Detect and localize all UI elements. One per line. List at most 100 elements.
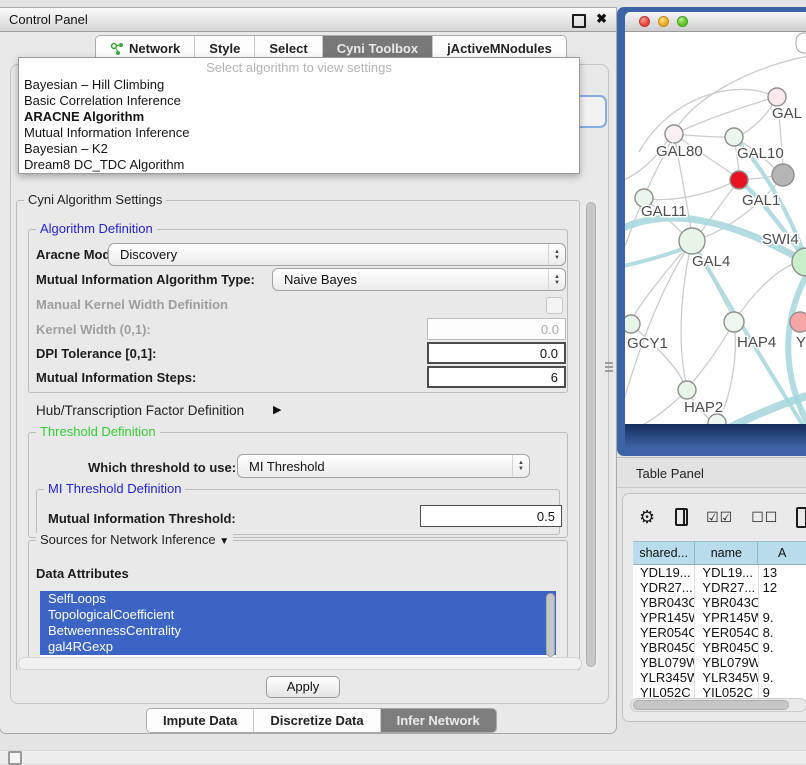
table-cell[interactable]: 9. — [759, 610, 806, 625]
algorithm-option[interactable]: ARACNE Algorithm — [19, 109, 579, 125]
deselect-all-icon[interactable]: ☐☐ — [751, 509, 778, 526]
collapse-right-icon[interactable]: ▶ — [273, 403, 281, 416]
network-canvas[interactable]: GALGAL80GAL10GAL1GAL11GAL4SWI4GCY1HAP4YH… — [625, 32, 806, 424]
algorithm-option[interactable]: Bayesian – Hill Climbing — [19, 77, 579, 93]
table-horizontal-scrollbar[interactable] — [630, 698, 806, 712]
node-y-partial[interactable] — [790, 312, 806, 332]
table-toolbar: ⚙ ☑☑ ☐☐ — [631, 500, 806, 534]
columns-icon[interactable] — [675, 508, 688, 526]
tab-discretize-data[interactable]: Discretize Data — [254, 709, 380, 732]
tab-label: Cyni Toolbox — [337, 41, 418, 56]
mi-steps-input[interactable] — [427, 366, 566, 388]
gear-icon[interactable]: ⚙ — [639, 507, 655, 528]
network-edge[interactable] — [734, 264, 793, 322]
node-HAP2[interactable] — [678, 381, 696, 399]
network-edge[interactable] — [629, 390, 687, 424]
table-cell[interactable]: YBL079W — [695, 655, 758, 670]
attribute-list-scrollbar[interactable] — [546, 593, 555, 657]
table-cell[interactable]: YDR27... — [633, 580, 695, 595]
table-cell[interactable]: YBL079W — [633, 655, 695, 670]
tab-impute-data[interactable]: Impute Data — [147, 709, 254, 732]
table-cell[interactable]: YDL19... — [633, 565, 695, 580]
table-cell[interactable]: 12 — [759, 580, 806, 595]
table-cell[interactable]: YPR145W — [695, 610, 758, 625]
attribute-item[interactable]: TopologicalCoefficient — [40, 607, 556, 623]
scrollbar-thumb[interactable] — [633, 700, 789, 710]
import-table-icon[interactable] — [796, 507, 806, 528]
tab-infer-network[interactable]: Infer Network — [381, 709, 496, 732]
algorithm-option[interactable]: Dream8 DC_TDC Algorithm — [19, 157, 579, 173]
table-cell[interactable]: YER054C — [695, 625, 758, 640]
sources-group-title[interactable]: Sources for Network Inference ▼ — [36, 533, 233, 549]
mi-threshold-input[interactable] — [420, 505, 562, 527]
node-gray-node[interactable] — [772, 164, 794, 186]
table-cell[interactable]: YLR345W — [695, 670, 758, 685]
attribute-item[interactable]: SelfLoops — [40, 591, 556, 607]
table-row[interactable]: YDL19...YDL19...13 — [633, 565, 806, 580]
network-edge[interactable] — [681, 241, 692, 382]
table-cell[interactable] — [759, 595, 806, 610]
table-cell[interactable]: YBR043C — [633, 595, 695, 610]
node-GAL4[interactable] — [679, 228, 705, 254]
table-cell[interactable]: 13 — [759, 565, 806, 580]
select-all-icon[interactable]: ☑☑ — [706, 509, 733, 526]
table-cell[interactable] — [759, 655, 806, 670]
column-header[interactable]: name — [695, 541, 758, 565]
table-cell[interactable]: YPR145W — [633, 610, 695, 625]
float-window-icon[interactable] — [572, 14, 586, 28]
table-row[interactable]: YBR045CYBR045C9. — [633, 640, 806, 655]
table-row[interactable]: YER054CYER054C8. — [633, 625, 806, 640]
table-cell[interactable]: 9. — [759, 670, 806, 685]
table-row[interactable]: YBL079WYBL079W — [633, 655, 806, 670]
node-GAL80[interactable] — [665, 125, 683, 143]
network-edge[interactable] — [633, 241, 692, 317]
settings-horizontal-scrollbar[interactable] — [18, 657, 582, 670]
column-header[interactable]: A — [758, 541, 806, 565]
network-edge[interactable] — [681, 97, 777, 131]
apply-button[interactable]: Apply — [266, 676, 340, 698]
node-GCY1[interactable] — [625, 315, 640, 333]
table-cell[interactable]: 9. — [759, 640, 806, 655]
scrollbar-thumb[interactable] — [586, 202, 596, 667]
table-row[interactable]: YDR27...YDR27...12 — [633, 580, 806, 595]
network-edge[interactable] — [692, 322, 734, 383]
algorithm-option[interactable]: Bayesian – K2 — [19, 141, 579, 157]
table-cell[interactable]: YER054C — [633, 625, 695, 640]
table-cell[interactable]: YDR27... — [695, 580, 758, 595]
close-icon[interactable]: ✖ — [596, 11, 607, 27]
node-GAL1[interactable] — [730, 171, 748, 189]
panel-splitter-grip[interactable] — [605, 360, 613, 376]
zoom-window-icon[interactable] — [677, 16, 688, 27]
node-gal-partial[interactable] — [768, 88, 786, 106]
table-cell[interactable]: YLR345W — [633, 670, 695, 685]
settings-vertical-scrollbar[interactable] — [584, 200, 598, 671]
algorithm-option[interactable]: Mutual Information Inference — [19, 125, 579, 141]
table-cell[interactable]: YBR045C — [633, 640, 695, 655]
node-table: shared...nameA YDL19...YDL19...13YDR27..… — [633, 541, 806, 700]
minimize-window-icon[interactable] — [658, 16, 669, 27]
network-edge[interactable] — [644, 183, 731, 200]
table-cell[interactable]: YBR043C — [695, 595, 758, 610]
bottom-tab-bar: Impute DataDiscretize DataInfer Network — [146, 708, 497, 733]
column-header[interactable]: shared... — [633, 541, 695, 565]
table-row[interactable]: YPR145WYPR145W9. — [633, 610, 806, 625]
table-cell[interactable]: YDL19... — [695, 565, 758, 580]
close-window-icon[interactable] — [639, 16, 650, 27]
table-row[interactable]: YBR043CYBR043C — [633, 595, 806, 610]
table-row[interactable]: YLR345WYLR345W9. — [633, 670, 806, 685]
table-cell[interactable]: YBR045C — [695, 640, 758, 655]
table-cell[interactable]: 8. — [759, 625, 806, 640]
window-title: Control Panel — [9, 12, 88, 27]
node-GAL10[interactable] — [725, 128, 743, 146]
algorithm-option[interactable]: Basic Correlation Inference — [19, 93, 579, 109]
dpi-tolerance-input[interactable] — [427, 342, 566, 364]
node-HAP4[interactable] — [724, 312, 744, 332]
minimized-panel-icon[interactable] — [8, 751, 22, 765]
aracne-mode-select[interactable]: Discovery ▲▼ — [108, 243, 566, 266]
attribute-item[interactable]: BetweennessCentrality — [40, 623, 556, 639]
attribute-item[interactable]: gal4RGexp — [40, 639, 556, 655]
hub-section-label[interactable]: Hub/Transcription Factor Definition — [36, 403, 244, 418]
which-threshold-select[interactable]: MI Threshold ▲▼ — [237, 454, 530, 478]
network-window-titlebar[interactable] — [625, 12, 806, 32]
mi-algorithm-type-select[interactable]: Naive Bayes ▲▼ — [272, 268, 566, 291]
